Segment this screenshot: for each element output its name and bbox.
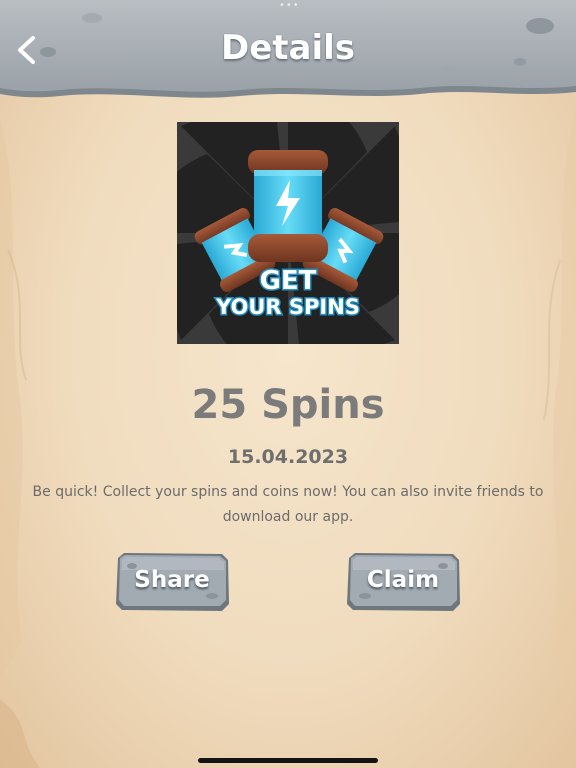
header-bar: ••• Details <box>0 0 576 104</box>
claim-button[interactable]: Claim <box>345 552 461 612</box>
reward-description: Be quick! Collect your spins and coins n… <box>32 484 544 525</box>
share-button[interactable]: Share <box>114 552 230 612</box>
home-indicator[interactable] <box>198 758 378 763</box>
grabber-handle: ••• <box>279 0 300 11</box>
promo-image: GET YOUR SPINS <box>177 122 399 344</box>
promo-text-line2: YOUR SPINS <box>215 295 360 319</box>
promo-text-line1: GET <box>260 266 317 296</box>
page-title: Details <box>220 28 356 68</box>
reward-title: 25 Spins <box>191 382 385 428</box>
share-button-label: Share <box>134 567 210 593</box>
claim-button-label: Claim <box>366 567 440 593</box>
reward-date: 15.04.2023 <box>227 446 349 468</box>
